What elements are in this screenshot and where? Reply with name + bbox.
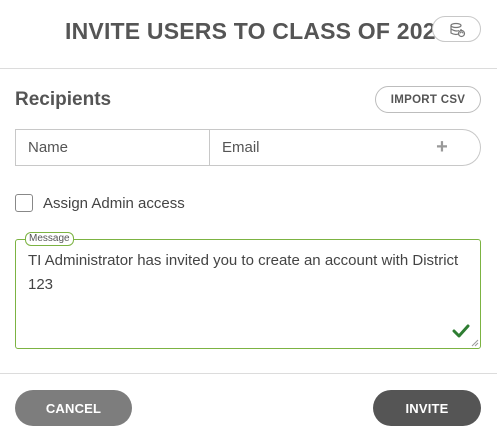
sync-button[interactable] [432,16,481,42]
admin-access-checkbox[interactable] [15,194,33,212]
plus-icon: + [436,136,448,158]
invite-dialog: INVITE USERS TO CLASS OF 2023 Recipients… [0,0,497,442]
cancel-button[interactable]: CANCEL [15,390,132,426]
dialog-title: INVITE USERS TO CLASS OF 2023 [65,18,449,44]
email-input[interactable] [210,130,404,165]
message-legend: Message [25,232,74,246]
email-field-wrapper [209,129,405,166]
checkmark-icon [452,324,470,338]
footer-divider [0,373,497,374]
recipient-row: + [15,129,481,166]
recipients-label: Recipients [15,89,112,110]
admin-access-row: Assign Admin access [15,193,185,213]
database-sync-icon [450,22,466,38]
name-field-wrapper [15,129,210,166]
add-recipient-button[interactable]: + [404,129,481,166]
header-divider [0,68,497,69]
import-csv-button[interactable]: IMPORT CSV [375,86,481,113]
message-text[interactable]: TI Administrator has invited you to crea… [28,249,468,297]
admin-access-label[interactable]: Assign Admin access [43,195,185,212]
name-input[interactable] [16,130,209,165]
invite-button[interactable]: INVITE [373,390,481,426]
message-textarea[interactable]: Message TI Administrator has invited you… [15,232,481,349]
resize-grip-icon[interactable] [471,339,479,347]
